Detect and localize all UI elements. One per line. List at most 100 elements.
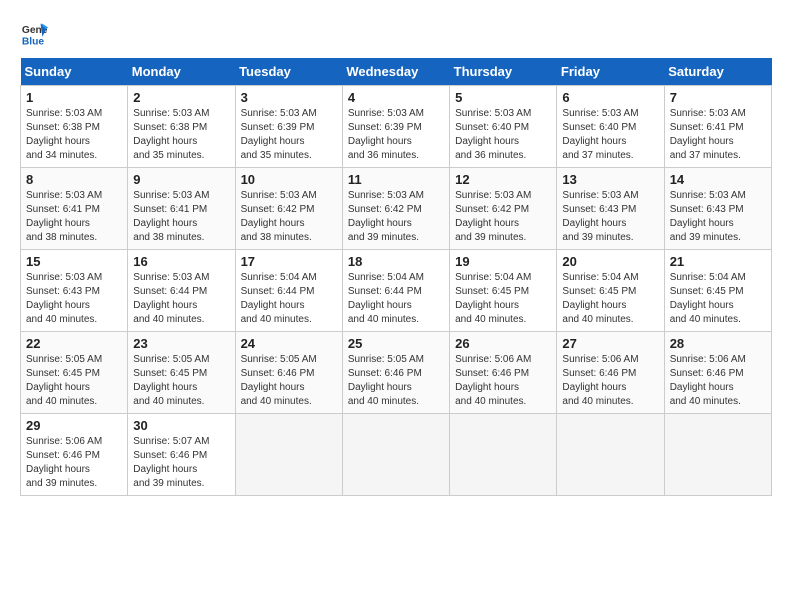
day-number: 24 <box>241 336 337 351</box>
day-number: 14 <box>670 172 766 187</box>
day-number: 9 <box>133 172 229 187</box>
header-thursday: Thursday <box>450 58 557 86</box>
day-info: Sunrise: 5:06 AMSunset: 6:46 PMDaylight … <box>562 354 638 407</box>
day-info: Sunrise: 5:03 AMSunset: 6:41 PMDaylight … <box>26 190 102 243</box>
day-number: 11 <box>348 172 444 187</box>
calendar-cell: 29 Sunrise: 5:06 AMSunset: 6:46 PMDaylig… <box>21 414 128 496</box>
day-info: Sunrise: 5:03 AMSunset: 6:38 PMDaylight … <box>133 108 209 161</box>
day-number: 7 <box>670 90 766 105</box>
day-info: Sunrise: 5:04 AMSunset: 6:45 PMDaylight … <box>455 272 531 325</box>
day-info: Sunrise: 5:04 AMSunset: 6:44 PMDaylight … <box>348 272 424 325</box>
header-tuesday: Tuesday <box>235 58 342 86</box>
day-info: Sunrise: 5:05 AMSunset: 6:46 PMDaylight … <box>348 354 424 407</box>
calendar-table: SundayMondayTuesdayWednesdayThursdayFrid… <box>20 58 772 496</box>
day-number: 15 <box>26 254 122 269</box>
day-info: Sunrise: 5:05 AMSunset: 6:46 PMDaylight … <box>241 354 317 407</box>
day-number: 22 <box>26 336 122 351</box>
header-sunday: Sunday <box>21 58 128 86</box>
day-number: 27 <box>562 336 658 351</box>
calendar-cell: 27 Sunrise: 5:06 AMSunset: 6:46 PMDaylig… <box>557 332 664 414</box>
calendar-week-row: 22 Sunrise: 5:05 AMSunset: 6:45 PMDaylig… <box>21 332 772 414</box>
header-monday: Monday <box>128 58 235 86</box>
day-info: Sunrise: 5:07 AMSunset: 6:46 PMDaylight … <box>133 436 209 489</box>
calendar-cell: 12 Sunrise: 5:03 AMSunset: 6:42 PMDaylig… <box>450 168 557 250</box>
day-number: 28 <box>670 336 766 351</box>
day-info: Sunrise: 5:03 AMSunset: 6:43 PMDaylight … <box>670 190 746 243</box>
calendar-cell: 8 Sunrise: 5:03 AMSunset: 6:41 PMDayligh… <box>21 168 128 250</box>
header-friday: Friday <box>557 58 664 86</box>
calendar-cell: 3 Sunrise: 5:03 AMSunset: 6:39 PMDayligh… <box>235 86 342 168</box>
calendar-cell: 13 Sunrise: 5:03 AMSunset: 6:43 PMDaylig… <box>557 168 664 250</box>
day-number: 20 <box>562 254 658 269</box>
day-info: Sunrise: 5:03 AMSunset: 6:39 PMDaylight … <box>348 108 424 161</box>
day-number: 8 <box>26 172 122 187</box>
day-number: 29 <box>26 418 122 433</box>
day-info: Sunrise: 5:03 AMSunset: 6:42 PMDaylight … <box>241 190 317 243</box>
day-info: Sunrise: 5:03 AMSunset: 6:41 PMDaylight … <box>133 190 209 243</box>
day-number: 25 <box>348 336 444 351</box>
day-info: Sunrise: 5:03 AMSunset: 6:43 PMDaylight … <box>562 190 638 243</box>
day-info: Sunrise: 5:05 AMSunset: 6:45 PMDaylight … <box>133 354 209 407</box>
calendar-cell: 6 Sunrise: 5:03 AMSunset: 6:40 PMDayligh… <box>557 86 664 168</box>
calendar-cell: 18 Sunrise: 5:04 AMSunset: 6:44 PMDaylig… <box>342 250 449 332</box>
logo: General Blue <box>20 20 48 48</box>
day-number: 6 <box>562 90 658 105</box>
calendar-cell: 28 Sunrise: 5:06 AMSunset: 6:46 PMDaylig… <box>664 332 771 414</box>
calendar-cell: 11 Sunrise: 5:03 AMSunset: 6:42 PMDaylig… <box>342 168 449 250</box>
calendar-week-row: 15 Sunrise: 5:03 AMSunset: 6:43 PMDaylig… <box>21 250 772 332</box>
calendar-cell: 4 Sunrise: 5:03 AMSunset: 6:39 PMDayligh… <box>342 86 449 168</box>
day-info: Sunrise: 5:03 AMSunset: 6:41 PMDaylight … <box>670 108 746 161</box>
day-number: 4 <box>348 90 444 105</box>
day-number: 2 <box>133 90 229 105</box>
calendar-cell: 20 Sunrise: 5:04 AMSunset: 6:45 PMDaylig… <box>557 250 664 332</box>
day-info: Sunrise: 5:03 AMSunset: 6:40 PMDaylight … <box>455 108 531 161</box>
day-info: Sunrise: 5:05 AMSunset: 6:45 PMDaylight … <box>26 354 102 407</box>
calendar-cell: 5 Sunrise: 5:03 AMSunset: 6:40 PMDayligh… <box>450 86 557 168</box>
day-number: 17 <box>241 254 337 269</box>
calendar-week-row: 29 Sunrise: 5:06 AMSunset: 6:46 PMDaylig… <box>21 414 772 496</box>
day-number: 5 <box>455 90 551 105</box>
day-info: Sunrise: 5:03 AMSunset: 6:40 PMDaylight … <box>562 108 638 161</box>
calendar-cell: 7 Sunrise: 5:03 AMSunset: 6:41 PMDayligh… <box>664 86 771 168</box>
calendar-cell: 16 Sunrise: 5:03 AMSunset: 6:44 PMDaylig… <box>128 250 235 332</box>
day-number: 13 <box>562 172 658 187</box>
day-info: Sunrise: 5:03 AMSunset: 6:39 PMDaylight … <box>241 108 317 161</box>
day-number: 30 <box>133 418 229 433</box>
calendar-cell <box>664 414 771 496</box>
calendar-cell: 30 Sunrise: 5:07 AMSunset: 6:46 PMDaylig… <box>128 414 235 496</box>
header-wednesday: Wednesday <box>342 58 449 86</box>
day-number: 1 <box>26 90 122 105</box>
day-info: Sunrise: 5:06 AMSunset: 6:46 PMDaylight … <box>455 354 531 407</box>
day-number: 12 <box>455 172 551 187</box>
day-info: Sunrise: 5:03 AMSunset: 6:42 PMDaylight … <box>348 190 424 243</box>
calendar-cell: 14 Sunrise: 5:03 AMSunset: 6:43 PMDaylig… <box>664 168 771 250</box>
day-number: 26 <box>455 336 551 351</box>
calendar-cell: 10 Sunrise: 5:03 AMSunset: 6:42 PMDaylig… <box>235 168 342 250</box>
day-info: Sunrise: 5:03 AMSunset: 6:38 PMDaylight … <box>26 108 102 161</box>
calendar-cell: 15 Sunrise: 5:03 AMSunset: 6:43 PMDaylig… <box>21 250 128 332</box>
calendar-cell <box>342 414 449 496</box>
day-info: Sunrise: 5:03 AMSunset: 6:42 PMDaylight … <box>455 190 531 243</box>
day-info: Sunrise: 5:06 AMSunset: 6:46 PMDaylight … <box>26 436 102 489</box>
calendar-cell: 26 Sunrise: 5:06 AMSunset: 6:46 PMDaylig… <box>450 332 557 414</box>
calendar-cell: 1 Sunrise: 5:03 AMSunset: 6:38 PMDayligh… <box>21 86 128 168</box>
calendar-header-row: SundayMondayTuesdayWednesdayThursdayFrid… <box>21 58 772 86</box>
day-info: Sunrise: 5:06 AMSunset: 6:46 PMDaylight … <box>670 354 746 407</box>
svg-text:Blue: Blue <box>22 36 45 47</box>
day-number: 10 <box>241 172 337 187</box>
day-number: 16 <box>133 254 229 269</box>
calendar-cell: 17 Sunrise: 5:04 AMSunset: 6:44 PMDaylig… <box>235 250 342 332</box>
day-number: 23 <box>133 336 229 351</box>
page-header: General Blue <box>20 20 772 48</box>
day-info: Sunrise: 5:04 AMSunset: 6:45 PMDaylight … <box>562 272 638 325</box>
calendar-cell: 21 Sunrise: 5:04 AMSunset: 6:45 PMDaylig… <box>664 250 771 332</box>
calendar-cell: 23 Sunrise: 5:05 AMSunset: 6:45 PMDaylig… <box>128 332 235 414</box>
calendar-cell <box>557 414 664 496</box>
calendar-cell: 22 Sunrise: 5:05 AMSunset: 6:45 PMDaylig… <box>21 332 128 414</box>
day-number: 19 <box>455 254 551 269</box>
calendar-cell: 2 Sunrise: 5:03 AMSunset: 6:38 PMDayligh… <box>128 86 235 168</box>
day-number: 21 <box>670 254 766 269</box>
calendar-cell <box>235 414 342 496</box>
logo-icon: General Blue <box>20 20 48 48</box>
day-info: Sunrise: 5:04 AMSunset: 6:44 PMDaylight … <box>241 272 317 325</box>
